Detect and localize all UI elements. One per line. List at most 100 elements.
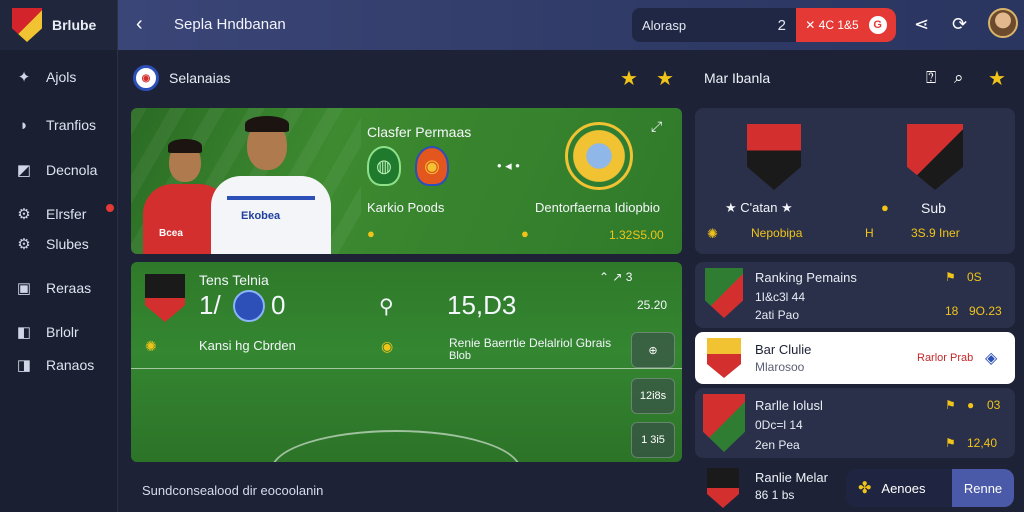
ranking-stat1: 0S [967,270,982,284]
sidebar-item-label: Reraas [46,280,92,296]
match-info-line2: Blob [449,350,472,362]
sidebar-item-ajols[interactable]: ✦ Ajols [14,68,77,86]
sidebar-item-ranaos[interactable]: ◨ Ranaos [14,356,94,374]
back-arrow-icon[interactable]: ‹ [136,13,143,36]
ranking-card-selected[interactable]: Bar Clulie Mlarosoo Rarlor Prab ◈ [695,332,1015,384]
secondary-button-label: Aenoes [881,480,926,496]
team-crest-icon [703,394,745,452]
ranking-line3: 2ati Pao [755,308,800,322]
sidebar-item-tranfios[interactable]: ◗ Tranfios [14,116,96,134]
primary-button[interactable]: Renne [952,469,1014,507]
gear-icon: ⚙ [17,206,31,223]
sidebar-item-label: Tranfios [46,117,97,133]
match-time-small: 25.20 [637,298,668,312]
score-right: 0 [271,290,286,320]
soccer-ball-icon: ✦ [17,69,31,86]
info-icon[interactable]: ⍰ [926,68,936,88]
sidebar-item-label: Elrsfer [46,206,87,222]
team-crest-icon[interactable]: ◉ [415,146,449,186]
sidebar-item-label: Brlolr [46,324,79,340]
teams-card[interactable]: ★ C'atan ★ ● Sub ✺ Nepobipa H 3S.9 Iner [695,108,1015,254]
bottom-action-pill[interactable]: ✤ Aenoes Renne [846,469,1014,507]
expand-icon[interactable]: ⤢ [651,118,662,135]
center-circle [271,430,521,462]
pitch-line [131,368,682,369]
gear-icon: ⚙ [17,236,31,253]
side-chip[interactable]: 1 3i5 [631,422,675,458]
avatar[interactable] [988,8,1018,38]
ball-icon: ◉ [381,338,394,354]
ranking-stat1: 03 [987,398,1001,412]
clover-icon: ✤ [858,480,872,497]
ranking-stat1: Rarlor Prab [917,352,974,364]
section-title: Selanaias [169,70,231,86]
flag-icon: ⚑ [945,436,956,450]
brand[interactable]: Brlube [0,0,117,50]
side-chip[interactable]: ⊕ [631,332,675,368]
location-pin-icon: ⚲ [379,296,394,318]
ranking-line2: 0Dc=l 14 [755,418,803,432]
sidebar-item-slubes[interactable]: ⚙ Slubes [14,235,89,253]
team-crest-icon[interactable]: ◍ [367,146,401,186]
topbar: ‹ Sepla Hndbanan Alorasp 2 ✕ 4C 1&5 G ⋖ … [118,0,1024,50]
ball-icon: ● [967,398,975,412]
team-left-sub: Nepobipa [751,226,803,240]
team-logo-icon[interactable] [233,290,265,322]
match-card[interactable]: Tens Telnia 1/ 0 ⚲ 15,D3 ⌃ ↗ 3 25.20 ✺ K… [131,262,682,462]
hero-right-caption: Dentorfaerna Idiopbio [535,200,661,215]
jersey-text: Bcea [159,228,183,239]
hero-heading: Clasfer Permaas [367,124,472,140]
star-icon[interactable]: ★ [988,66,1006,91]
ball-icon: ● [367,226,375,241]
search-icon[interactable]: ⌕ [954,68,964,88]
hero-left-caption: Karkio Poods [367,200,445,215]
score-left: 1/ [199,290,221,320]
match-time: 15,D3 [447,290,517,320]
sidebar-item-reraas[interactable]: ▣ Reraas [14,279,91,297]
team-crest-icon[interactable] [145,274,185,322]
sidebar-item-decnola[interactable]: ◩ Decnola [14,161,97,179]
team-left-label: ★ C'atan ★ [725,200,793,215]
sidebar-item-brlolr[interactable]: ◧ Brlolr [14,323,79,341]
section-header: ◉ Selanaias [133,65,231,91]
star-icon[interactable]: ★ [656,66,674,91]
secondary-button[interactable]: ✤ Aenoes [846,469,952,507]
page-title: Sepla Hndbanan [174,16,286,33]
hero-value: 1.32S5.00 [609,228,664,242]
badge-icon: ◈ [985,350,998,367]
footer-note: Sundconsealood dir eocoolanin [142,483,324,498]
ranking-stat2: 9O.23 [969,304,1002,318]
settings-icon[interactable]: ⟳ [952,14,967,35]
ranking-title: Bar Clulie [755,342,812,357]
team-crest-icon [707,338,741,378]
team-crest-icon[interactable] [907,124,963,190]
ranking-title: Ranlie Melar [755,470,828,485]
stack-icon: ◨ [16,357,32,374]
player-image: Ekobea [197,116,347,254]
notification-dot [106,204,114,212]
search-input[interactable]: Alorasp 2 [632,8,796,42]
club-crest-icon [12,8,42,42]
star-icon[interactable]: ★ [620,66,638,91]
ranking-line2: Mlarosoo [755,360,805,374]
venue-label: Kansi hg Cbrden [199,338,296,353]
live-label: ✕ 4C 1&5 [805,18,859,32]
live-button[interactable]: ✕ 4C 1&5 G [796,8,896,42]
jersey-text: Ekobea [241,210,281,222]
team-mid-sub: H [865,226,874,240]
sidebar-item-elrsfer[interactable]: ⚙ Elrsfer [14,205,86,223]
sidebar-item-label: Ajols [46,69,77,85]
ranking-card[interactable]: Rarlle Iolusl 0Dc=l 14 2en Pea ⚑ ● 03 ⚑ … [695,388,1015,458]
team-right-label: Sub [921,200,946,216]
league-emblem-icon [565,122,633,190]
team-right-sub: 3S.9 Iner [911,226,960,240]
team-crest-icon[interactable] [747,124,801,190]
hero-card[interactable]: Bcea Ekobea Clasfer Permaas ◍ ◉ • ◂ • ⤢ … [131,108,682,254]
side-chip[interactable]: 12i8s [631,378,675,414]
ball-icon: ● [521,226,529,241]
ranking-card[interactable]: Ranking Pemains 1I&c3l 44 2ati Pao ⚑ 0S … [695,262,1015,328]
right-section-title: Mar Ibanla [704,70,771,86]
team-label: Tens Telnia [199,272,269,288]
sidebar-item-label: Decnola [46,162,98,178]
share-icon[interactable]: ⋖ [914,14,929,35]
